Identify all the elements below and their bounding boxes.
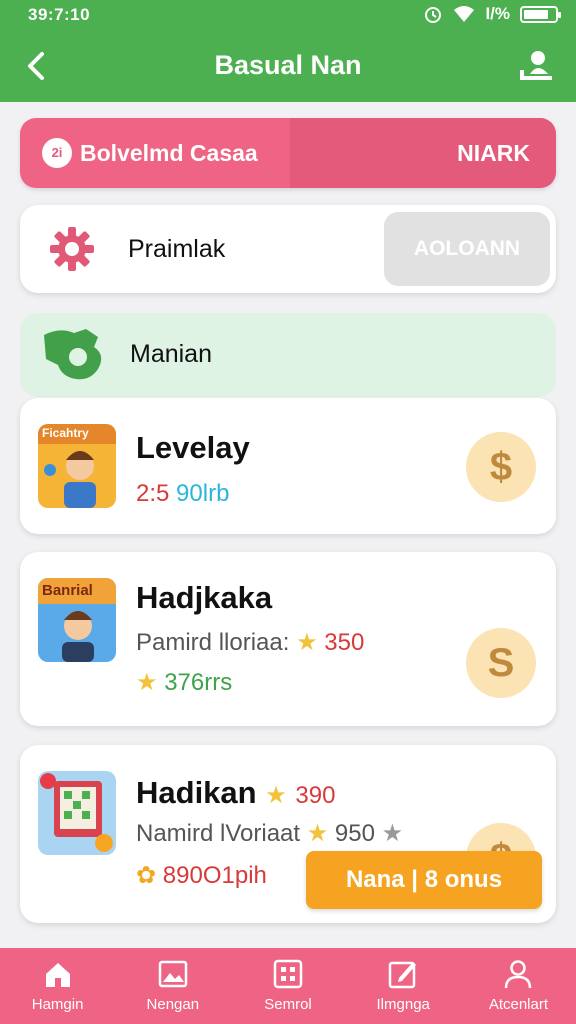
grid-icon — [273, 959, 303, 989]
game-stats: ✿ 890O1pih — [136, 861, 267, 890]
coin-button[interactable]: S — [466, 628, 536, 698]
game-thumbnail: Ficahtry — [38, 424, 116, 508]
game-title-text: Hadikan — [136, 775, 257, 810]
nav-label: Atcenlart — [488, 996, 549, 1013]
profile-icon[interactable] — [516, 46, 556, 86]
wifi-icon — [454, 6, 475, 22]
status-bar: 39:7:10 I/% — [0, 0, 576, 30]
nav-label: Semrol — [264, 996, 312, 1013]
nav-item-home[interactable]: Hamgin — [0, 948, 115, 1024]
category-row[interactable]: Manian — [20, 313, 556, 397]
signal-text: I/% — [485, 4, 510, 23]
game-thumbnail: Banrial — [38, 578, 116, 662]
app-bar: Basual Nan — [0, 30, 576, 102]
game-description: Pamird lloriaa: ★ 350 — [136, 628, 364, 657]
nav-item-grid[interactable]: Semrol — [230, 948, 345, 1024]
game-desc-text: Pamird lloriaa: — [136, 629, 290, 656]
settings-label: Praimlak — [128, 235, 226, 263]
alarm-icon — [425, 7, 442, 23]
profile-icon — [505, 960, 532, 989]
game-card[interactable]: Banrial Hadjkaka Pamird lloriaa: ★ 350 ★… — [20, 552, 556, 726]
desc-value: 350 — [324, 629, 365, 656]
settings-row[interactable]: Praimlak AOLOANN — [20, 205, 556, 293]
game-title: Hadjkaka — [136, 580, 273, 615]
coin-button[interactable]: $ — [466, 432, 536, 502]
edit-icon — [388, 961, 417, 989]
star-icon: ★ — [265, 782, 287, 809]
nav-item-profile[interactable]: Atcenlart — [461, 948, 576, 1024]
bonus-button[interactable]: Nana | 8 onus — [306, 851, 542, 909]
game-stats: 2:5 90lrb — [136, 480, 229, 508]
desc-value: 950 — [334, 820, 375, 847]
stat-value-red: 2:5 — [136, 480, 170, 507]
nav-item-edit[interactable]: Ilmgnga — [346, 948, 461, 1024]
bottom-nav: Hamgin Nengan Semrol Ilmgnga Atcenlart — [0, 948, 576, 1024]
battery-icon — [520, 5, 561, 23]
status-icons: I/% — [423, 4, 561, 24]
game-title: Levelay — [136, 430, 250, 465]
title-value: 390 — [295, 782, 336, 809]
game-icon-text: Ficahtry — [42, 426, 89, 440]
map-icon — [44, 329, 102, 380]
game-icon-text: Banrial — [42, 582, 93, 599]
game-desc-text: Namird lVoriaat — [136, 820, 301, 847]
nav-label: Nengan — [146, 996, 200, 1013]
banner-action-button[interactable]: NIARK — [457, 140, 530, 167]
settings-action-button[interactable]: AOLOANN — [384, 212, 550, 286]
game-title: Hadikan ★ 390 — [136, 775, 335, 811]
star-icon: ★ — [296, 629, 318, 656]
nav-label: Hamgin — [31, 996, 84, 1013]
stat-value-red: 890O1pih — [162, 862, 267, 889]
nav-item-gallery[interactable]: Nengan — [115, 948, 230, 1024]
image-icon — [158, 960, 188, 988]
stat-value-cyan: 90lrb — [176, 480, 230, 507]
banner-label: Bolvelmd Casaa — [80, 140, 258, 166]
coin-small-icon: ✿ — [136, 862, 157, 889]
game-description: Namird lVoriaat ★ 950 ★ — [136, 819, 403, 848]
stat-value-green: 376rrs — [164, 669, 233, 696]
page-title: Basual Nan — [214, 50, 362, 80]
nav-label: Ilmgnga — [376, 996, 430, 1013]
star-icon: ★ — [136, 669, 158, 696]
board-game-icon — [40, 773, 113, 852]
category-label: Manian — [130, 340, 212, 368]
promo-banner[interactable]: 2i Bolvelmd Casaa NIARK — [20, 118, 556, 188]
banner-logo-icon: 2i — [42, 138, 72, 168]
game-card[interactable]: Ficahtry Levelay 2:5 90lrb $ — [20, 398, 556, 534]
home-icon — [45, 963, 70, 987]
gear-icon — [50, 227, 94, 271]
status-time: 39:7:10 — [28, 5, 91, 24]
game-thumbnail — [38, 771, 116, 855]
game-stats: ★ 376rrs — [136, 668, 232, 697]
star-icon: ★ — [306, 820, 329, 847]
star-outline-icon: ★ — [381, 820, 404, 847]
